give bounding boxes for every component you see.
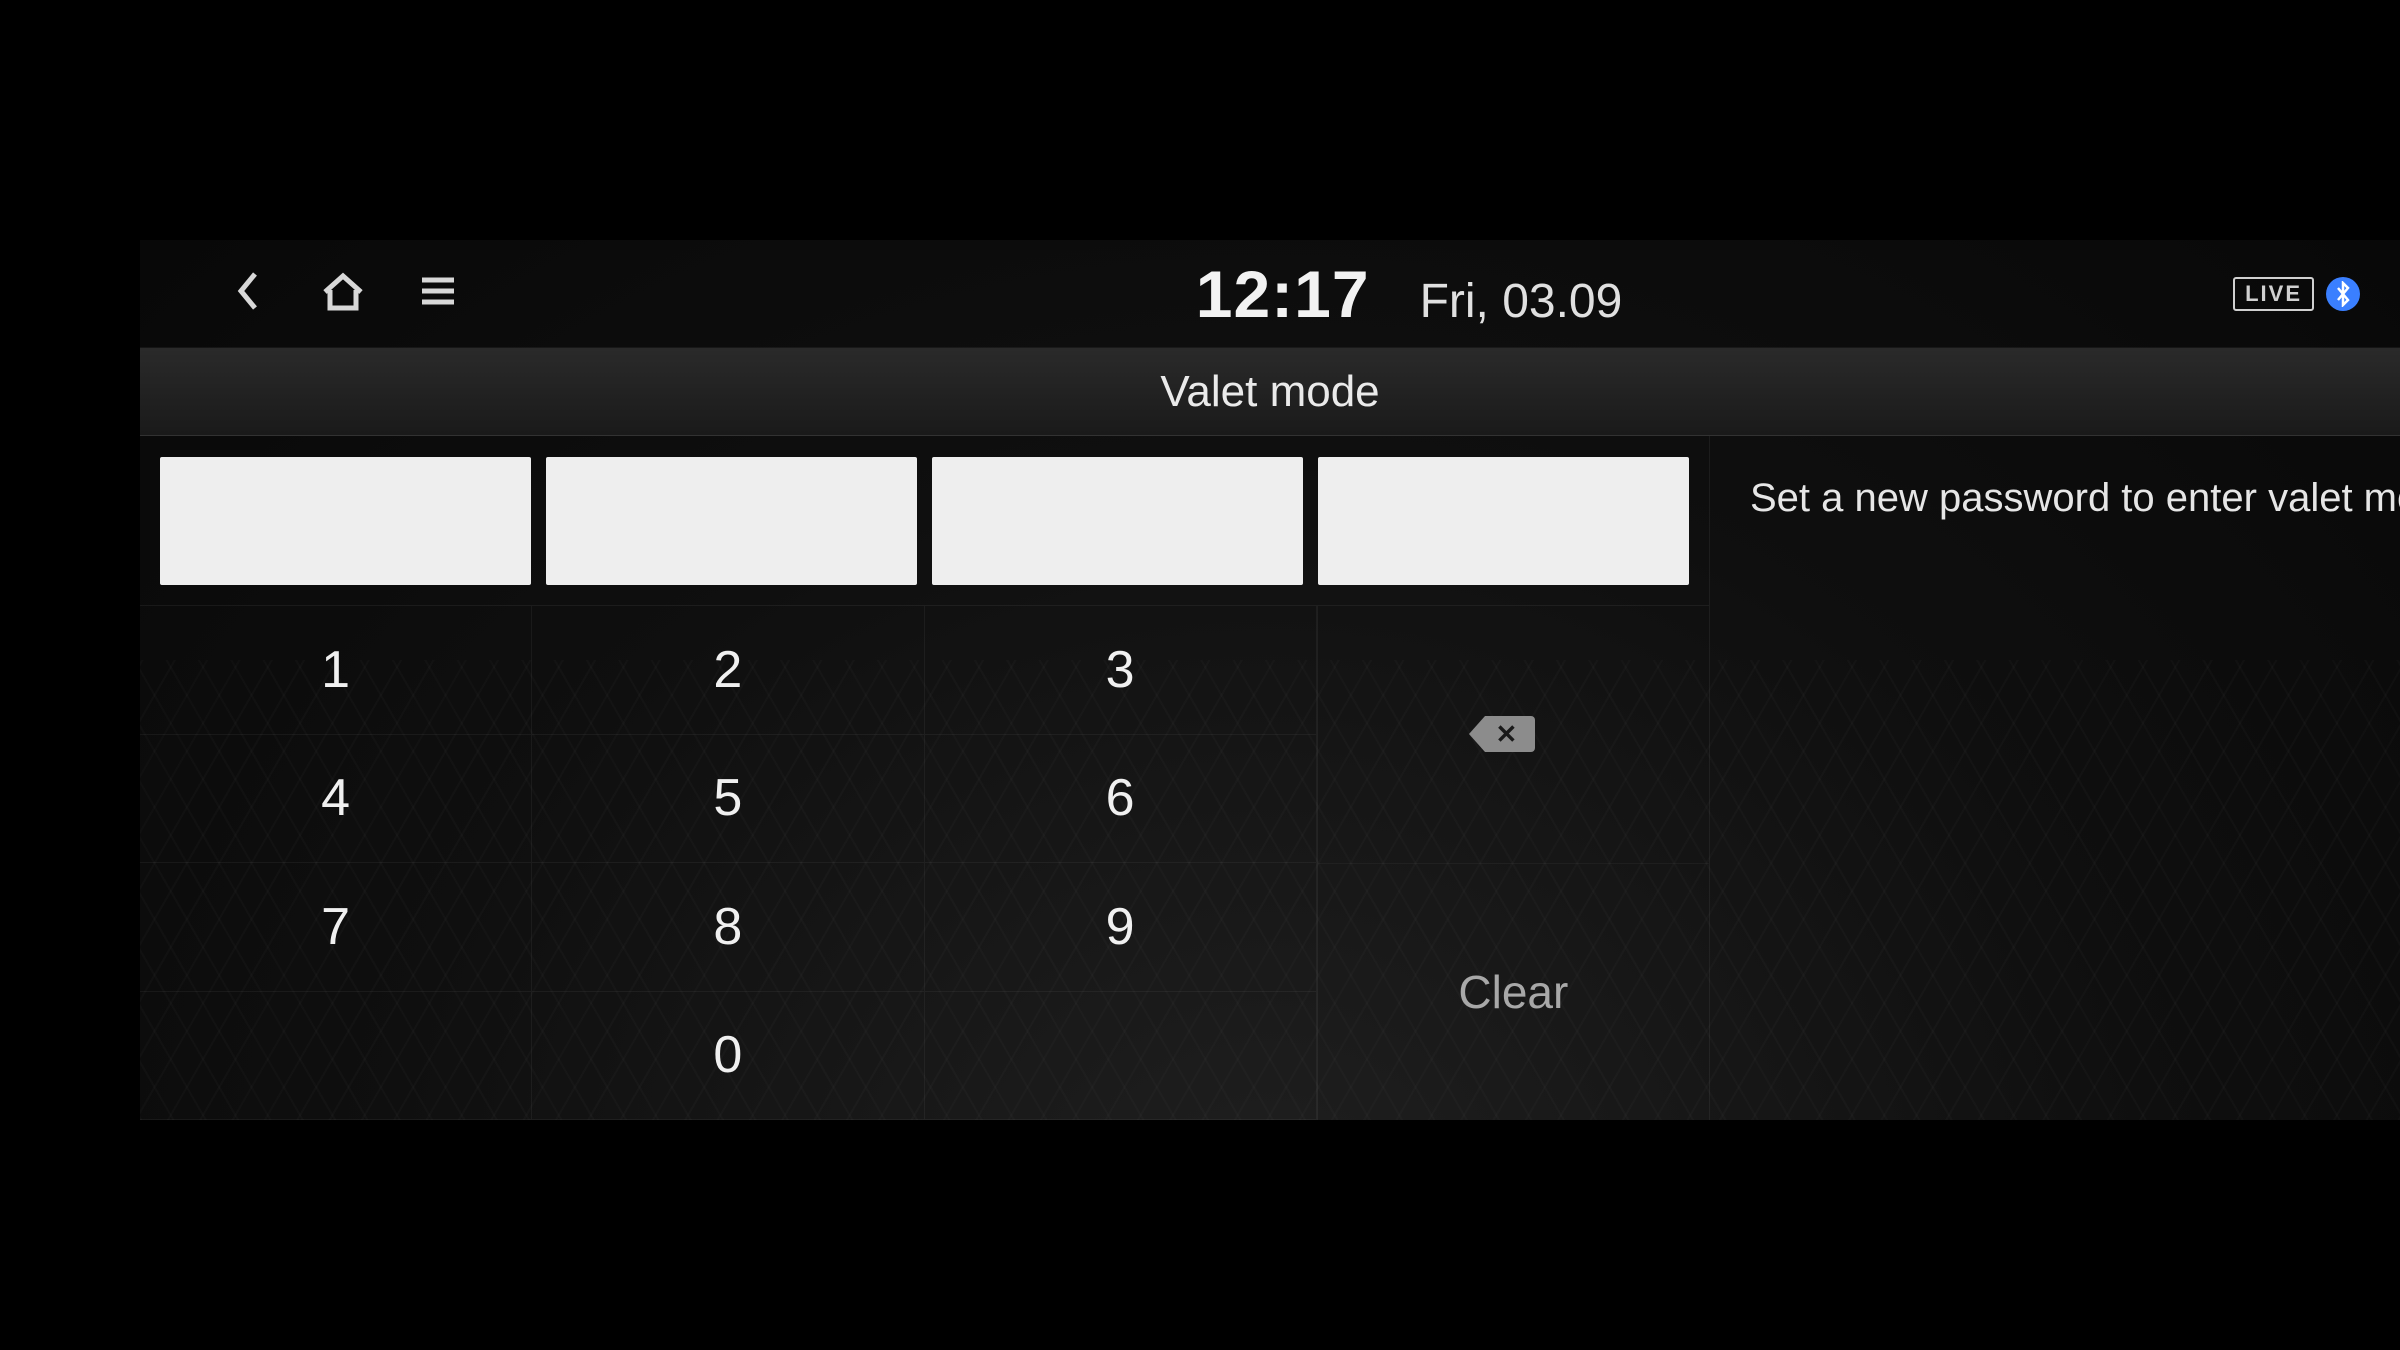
back-button[interactable] xyxy=(200,240,295,348)
keypad-actions: ✕ Clear xyxy=(1317,606,1709,1120)
pin-display xyxy=(140,436,1709,606)
pin-digit-2 xyxy=(546,457,917,585)
entry-panel: 1 2 3 ✕ Clear 4 5 6 7 8 9 xyxy=(140,436,1710,1120)
clear-button[interactable]: Clear xyxy=(1318,863,1709,1121)
pin-digit-1 xyxy=(160,457,531,585)
key-1[interactable]: 1 xyxy=(140,606,532,735)
hamburger-icon xyxy=(418,274,458,313)
instruction-panel: Set a new password to enter valet mode xyxy=(1710,436,2400,1120)
pin-digit-4 xyxy=(1318,457,1689,585)
key-4[interactable]: 4 xyxy=(140,735,532,864)
backspace-icon: ✕ xyxy=(1467,712,1559,756)
key-8[interactable]: 8 xyxy=(532,863,924,992)
infotainment-screen: 12:17 Fri, 03.09 LIVE Valet mode 1 2 3 xyxy=(140,240,2400,1120)
chevron-left-icon xyxy=(231,268,265,319)
key-5[interactable]: 5 xyxy=(532,735,924,864)
home-icon xyxy=(319,270,367,317)
key-0[interactable]: 0 xyxy=(532,992,924,1121)
clock: 12:17 xyxy=(1196,256,1370,332)
key-blank-left xyxy=(140,992,532,1121)
key-3[interactable]: 3 xyxy=(925,606,1317,735)
pin-digit-3 xyxy=(932,457,1303,585)
status-right: LIVE xyxy=(2233,277,2360,311)
status-center: 12:17 Fri, 03.09 xyxy=(485,256,2233,332)
numeric-keypad: 1 2 3 ✕ Clear 4 5 6 7 8 9 xyxy=(140,606,1709,1120)
page-title: Valet mode xyxy=(140,348,2400,436)
main-area: 1 2 3 ✕ Clear 4 5 6 7 8 9 xyxy=(140,436,2400,1120)
key-9[interactable]: 9 xyxy=(925,863,1317,992)
key-blank-right xyxy=(925,992,1317,1121)
date: Fri, 03.09 xyxy=(1420,274,1623,329)
key-6[interactable]: 6 xyxy=(925,735,1317,864)
home-button[interactable] xyxy=(295,240,390,348)
instruction-text: Set a new password to enter valet mode xyxy=(1750,476,2390,521)
status-bar: 12:17 Fri, 03.09 LIVE xyxy=(140,240,2400,348)
key-2[interactable]: 2 xyxy=(532,606,924,735)
key-7[interactable]: 7 xyxy=(140,863,532,992)
backspace-button[interactable]: ✕ xyxy=(1318,606,1709,863)
menu-button[interactable] xyxy=(390,240,485,348)
bluetooth-icon xyxy=(2326,277,2360,311)
live-badge: LIVE xyxy=(2233,277,2314,311)
